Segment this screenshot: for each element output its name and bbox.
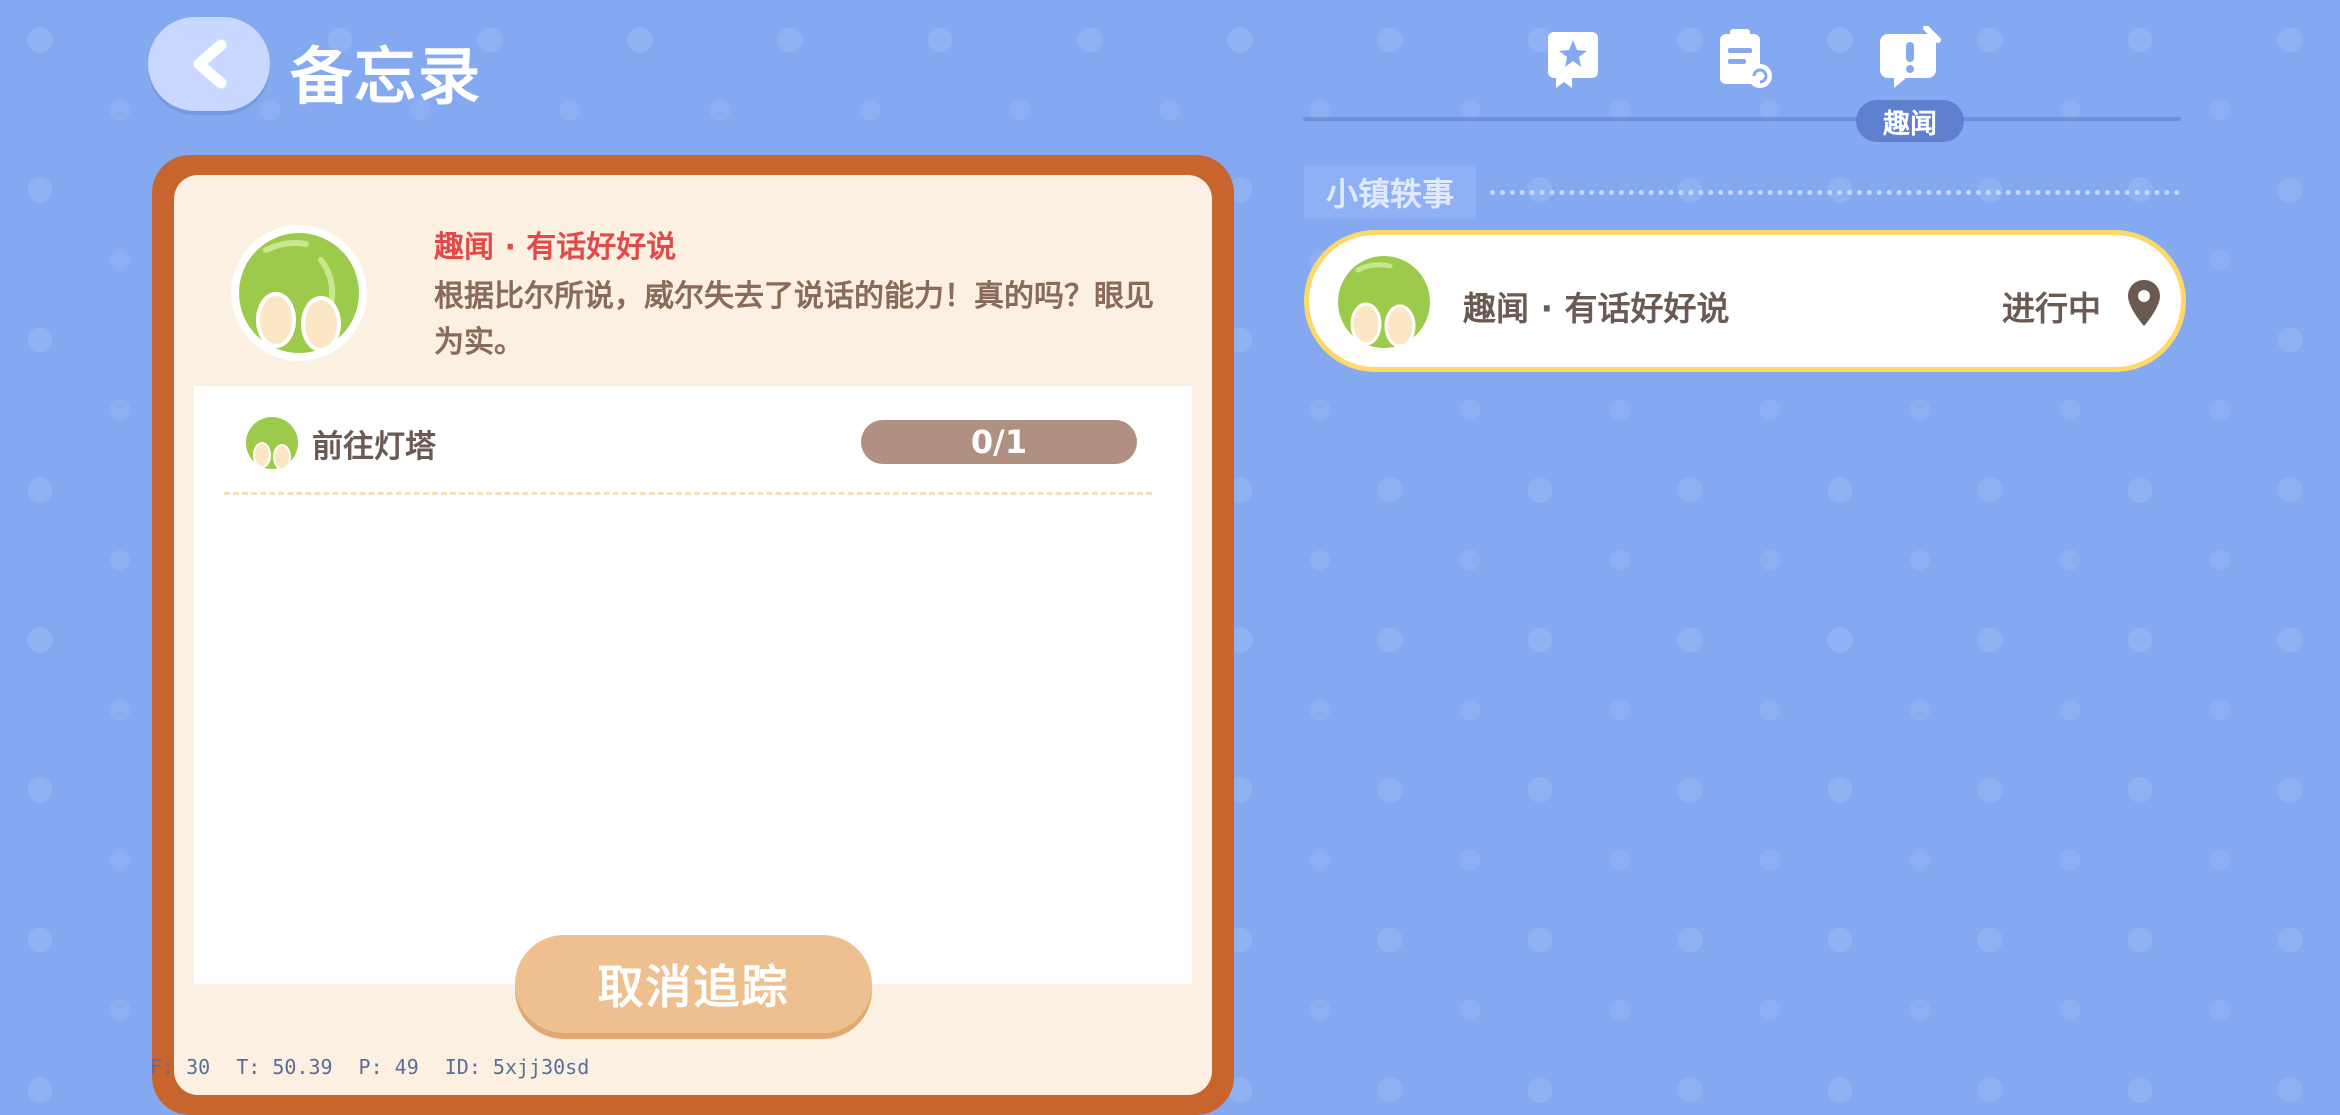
location-pin-icon[interactable] [2126, 278, 2162, 328]
task-footprint-icon [242, 413, 302, 473]
task-divider [224, 492, 1152, 495]
task-list [194, 386, 1192, 984]
task-progress: 0/1 [861, 420, 1137, 464]
quest-title: 趣闻 · 有话好好说 [1463, 289, 1730, 328]
cancel-tracking-button[interactable]: 取消追踪 [515, 935, 872, 1033]
tab-anecdotes[interactable] [1878, 25, 1944, 92]
quest-footprint-icon [1330, 248, 1438, 356]
tab-label-anecdotes[interactable]: 趣闻 [1856, 100, 1964, 142]
debug-time: T: 50.39 [236, 1055, 333, 1079]
quest-status: 进行中 [2002, 289, 2101, 328]
section-divider [1490, 190, 2180, 195]
debug-id: ID: 5xjj30sd [444, 1055, 590, 1079]
debug-p: P: 49 [358, 1055, 419, 1079]
footprint-globe-icon [231, 225, 367, 361]
tab-tasks[interactable] [1710, 26, 1776, 92]
clipboard-refresh-icon [1720, 29, 1772, 88]
debug-fps: F: 30 [150, 1055, 211, 1079]
section-title: 小镇轶事 [1304, 166, 1477, 218]
tab-underline [1303, 117, 2181, 121]
detail-title: 趣闻 · 有话好好说 [434, 230, 677, 265]
tab-handbook[interactable] [1540, 26, 1606, 92]
book-star-icon [1548, 32, 1598, 88]
chat-exclaim-icon [1880, 25, 1941, 88]
back-button[interactable] [148, 17, 270, 111]
debug-overlay: F: 30 T: 50.39 P: 49 ID: 5xjj30sd [150, 1055, 589, 1079]
back-arrow-icon [193, 39, 227, 89]
page-title: 备忘录 [290, 40, 483, 113]
detail-description: 根据比尔所说，威尔失去了说话的能力！真的吗？眼见为实。 [434, 279, 1154, 360]
task-label: 前往灯塔 [312, 429, 436, 465]
